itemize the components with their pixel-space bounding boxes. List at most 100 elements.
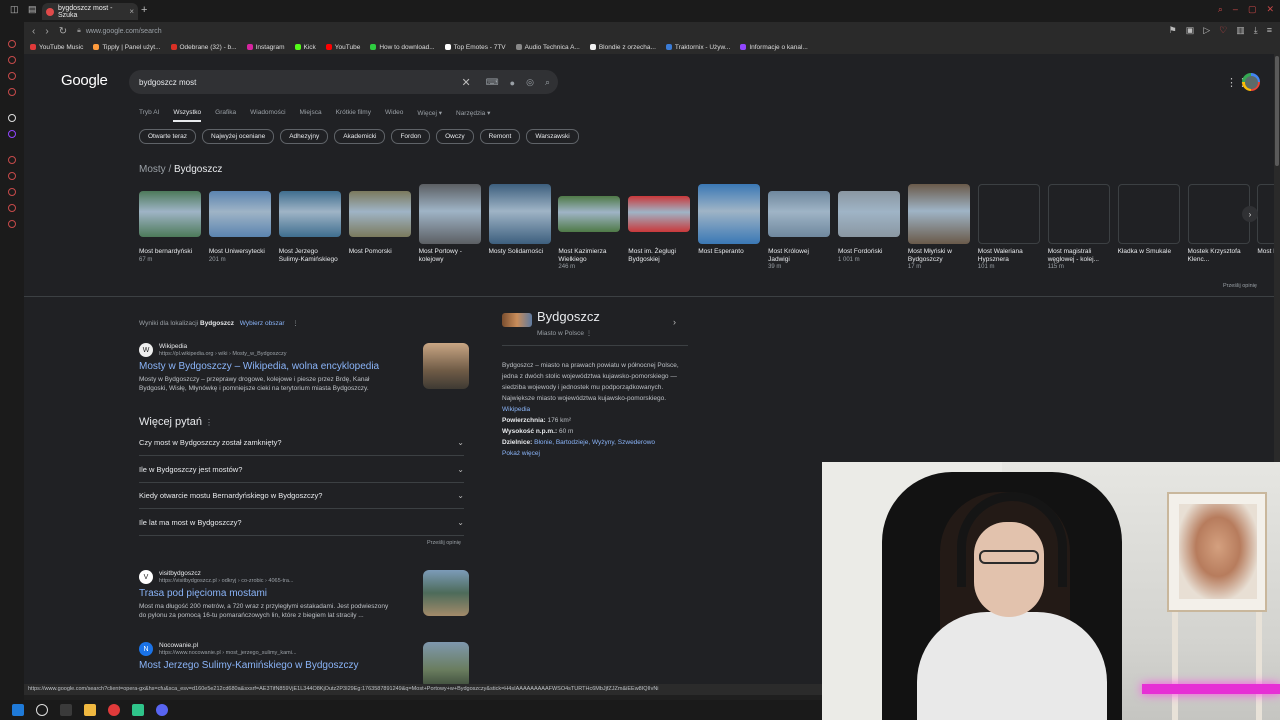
close-button[interactable]: ✕ (1266, 4, 1274, 15)
minimize-button[interactable]: – (1233, 4, 1238, 15)
bookmark-item[interactable]: Odebrane (32) - b... (170, 44, 237, 51)
snapshot-icon[interactable]: ▣ (1186, 25, 1195, 36)
bridge-card[interactable]: Most Esperanto (698, 184, 761, 257)
result-title-link[interactable]: Trasa pod pięcioma mostami (139, 588, 469, 599)
search-icon[interactable]: ⌕ (545, 77, 550, 88)
sidebar-icon[interactable] (8, 40, 16, 48)
bridge-card[interactable]: Most Fordoński 1 001 m (838, 184, 900, 263)
carousel-next-icon[interactable]: › (1242, 206, 1258, 222)
bridge-card[interactable]: Most Portowy - kolejowy (418, 184, 481, 264)
search-icon[interactable] (36, 704, 48, 716)
tab-close-icon[interactable]: × (129, 7, 134, 16)
bookmark-item[interactable]: Informacje o kanal... (740, 44, 808, 51)
bookmark-item[interactable]: YouTube (325, 44, 360, 51)
bridge-card[interactable]: Most Waleriana Hypsznera 101 m (977, 184, 1040, 270)
new-tab-button[interactable]: + (141, 4, 147, 16)
download-icon[interactable]: ⤓ (1254, 25, 1258, 36)
tab-mode[interactable]: Więcej ▾ (417, 109, 442, 122)
bridge-card[interactable]: Most Klepi... (1257, 184, 1274, 257)
sidebar-icon[interactable] (8, 56, 16, 64)
google-logo[interactable]: Google (61, 72, 108, 89)
microphone-icon[interactable]: ● (510, 78, 515, 88)
bookmark-icon[interactable]: ⚑ (1169, 25, 1177, 36)
tab-list-icon[interactable]: ▤ (28, 4, 37, 15)
tab-mode[interactable]: Krótkie filmy (336, 109, 371, 122)
tab-mode[interactable]: Narzędzia ▾ (456, 109, 490, 122)
wikipedia-link[interactable]: Wikipedia (502, 406, 530, 413)
sidebar-icon[interactable] (8, 172, 16, 180)
bridge-card[interactable]: Most im. Żeglugi Bydgoskiej (628, 184, 691, 264)
result-url[interactable]: https://pl.wikipedia.org › wiki › Mosty_… (159, 351, 286, 357)
result-title-link[interactable]: Mosty w Bydgoszczy – Wikipedia, wolna en… (139, 361, 469, 372)
knowledge-panel-image[interactable] (502, 313, 532, 327)
url-field[interactable]: www.google.com/search (86, 28, 162, 35)
filter-chip[interactable]: Otwarte teraz (139, 129, 197, 144)
tab-mode[interactable]: Wszystko (173, 109, 202, 122)
sidebar-icon[interactable] (8, 88, 16, 96)
filter-chip[interactable]: Adhezyjny (280, 129, 329, 144)
bridge-card[interactable]: Most Kazimierza Wielkiego 246 m (558, 184, 621, 270)
player-icon[interactable]: ▷ (1203, 25, 1210, 36)
bridge-card[interactable]: Kładka w Smukale (1117, 184, 1180, 257)
bridge-card[interactable]: Most Królowej Jadwigi 39 m (768, 184, 831, 270)
bookmark-item[interactable]: Kick (294, 44, 316, 51)
bridge-card[interactable]: Most magistrali węglowej - kolej... 115 m (1047, 184, 1110, 270)
app-icon[interactable] (132, 704, 144, 716)
carousel-feedback-link[interactable]: Prześlij opinię (1223, 283, 1257, 289)
opera-gx-icon[interactable] (108, 704, 120, 716)
choose-area-link[interactable]: Wybierz obszar (240, 320, 285, 327)
result-title-link[interactable]: Most Jerzego Sulimy-Kamińskiego w Bydgos… (139, 660, 469, 671)
show-more-link[interactable]: Pokaż więcej (502, 450, 540, 457)
filter-chip[interactable]: Akademicki (334, 129, 386, 144)
filter-chip[interactable]: Warszawski (526, 129, 579, 144)
bridge-card[interactable]: Mosty Solidarności (488, 184, 551, 257)
tab-mode[interactable]: Wiadomości (250, 109, 285, 122)
sidebar-icon[interactable] (8, 220, 16, 228)
sidebar-icon[interactable] (8, 72, 16, 80)
result-thumbnail[interactable] (423, 642, 469, 684)
bridge-card[interactable]: Most Jerzego Sulimy-Kamińskiego (278, 184, 341, 264)
more-options-icon[interactable]: ⋮ (586, 330, 593, 337)
extensions-icon[interactable]: ▥ (1236, 25, 1245, 36)
reload-icon[interactable]: ↻ (59, 26, 67, 37)
sidebar-icon[interactable] (8, 188, 16, 196)
tab-active[interactable]: bygdoszcz most - Szuka × (42, 3, 138, 20)
heart-icon[interactable]: ♡ (1219, 25, 1227, 36)
bridge-card[interactable]: Most Młyński w Bydgoszczy 17 m (907, 184, 970, 270)
task-view-icon[interactable] (60, 704, 72, 716)
bookmark-item[interactable]: YouTube Music (30, 44, 83, 51)
search-input[interactable]: bydgoszcz most ✕ ⌨ ● ◎ ⌕ (129, 70, 558, 94)
bookmark-item[interactable]: How to download... (370, 44, 435, 51)
discord-icon[interactable] (156, 704, 168, 716)
tab-mode[interactable]: Miejsca (300, 109, 322, 122)
keyboard-icon[interactable]: ⌨ (486, 77, 499, 88)
windows-start-icon[interactable] (12, 704, 24, 716)
sidebar-icon[interactable] (8, 204, 16, 212)
sidebar-icon[interactable] (8, 114, 16, 122)
sidebar-icon[interactable] (8, 156, 16, 164)
maximize-button[interactable]: ▢ (1248, 4, 1257, 15)
paa-question[interactable]: Czy most w Bydgoszczy został zamknięty? ⌄ (139, 430, 464, 456)
search-tabs-icon[interactable]: ⌕ (1218, 4, 1223, 15)
chevron-right-icon[interactable]: › (673, 317, 676, 327)
paa-feedback-link[interactable]: Prześlij opinię (427, 540, 461, 546)
filter-chip[interactable]: Najwyżej oceniane (202, 129, 275, 144)
result-url[interactable]: https://visitbydgoszcz.pl › odkryj › co-… (159, 578, 294, 584)
tab-mode[interactable]: Grafika (215, 109, 236, 122)
file-explorer-icon[interactable] (84, 704, 96, 716)
avatar[interactable] (1242, 73, 1260, 91)
more-options-icon[interactable]: ⋮ (292, 320, 299, 327)
filter-chip[interactable]: Remont (479, 129, 521, 144)
back-icon[interactable]: ‹ (32, 26, 35, 37)
bridge-card[interactable]: Most bernardyński 67 m (139, 184, 201, 263)
more-options-icon[interactable]: ⋮ (205, 418, 213, 427)
lens-icon[interactable]: ◎ (526, 77, 534, 88)
bridge-card[interactable]: Mostek Krzysztofa Klenc... (1187, 184, 1250, 264)
breadcrumb-parent[interactable]: Mosty (139, 164, 166, 175)
bookmark-item[interactable]: Tipply | Panel użyt... (93, 44, 161, 51)
bookmark-item[interactable]: Blondie z orzecha... (589, 44, 656, 51)
paa-question[interactable]: Kiedy otwarcie mostu Bernardyńskiego w B… (139, 483, 464, 509)
districts-links[interactable]: Błonie, Bartodzieje, Wyżyny, Szwederowo (534, 439, 655, 446)
result-url[interactable]: https://www.nocowanie.pl › most_jerzego_… (159, 650, 297, 656)
bookmark-item[interactable]: Top Emotes - 7TV (444, 44, 506, 51)
